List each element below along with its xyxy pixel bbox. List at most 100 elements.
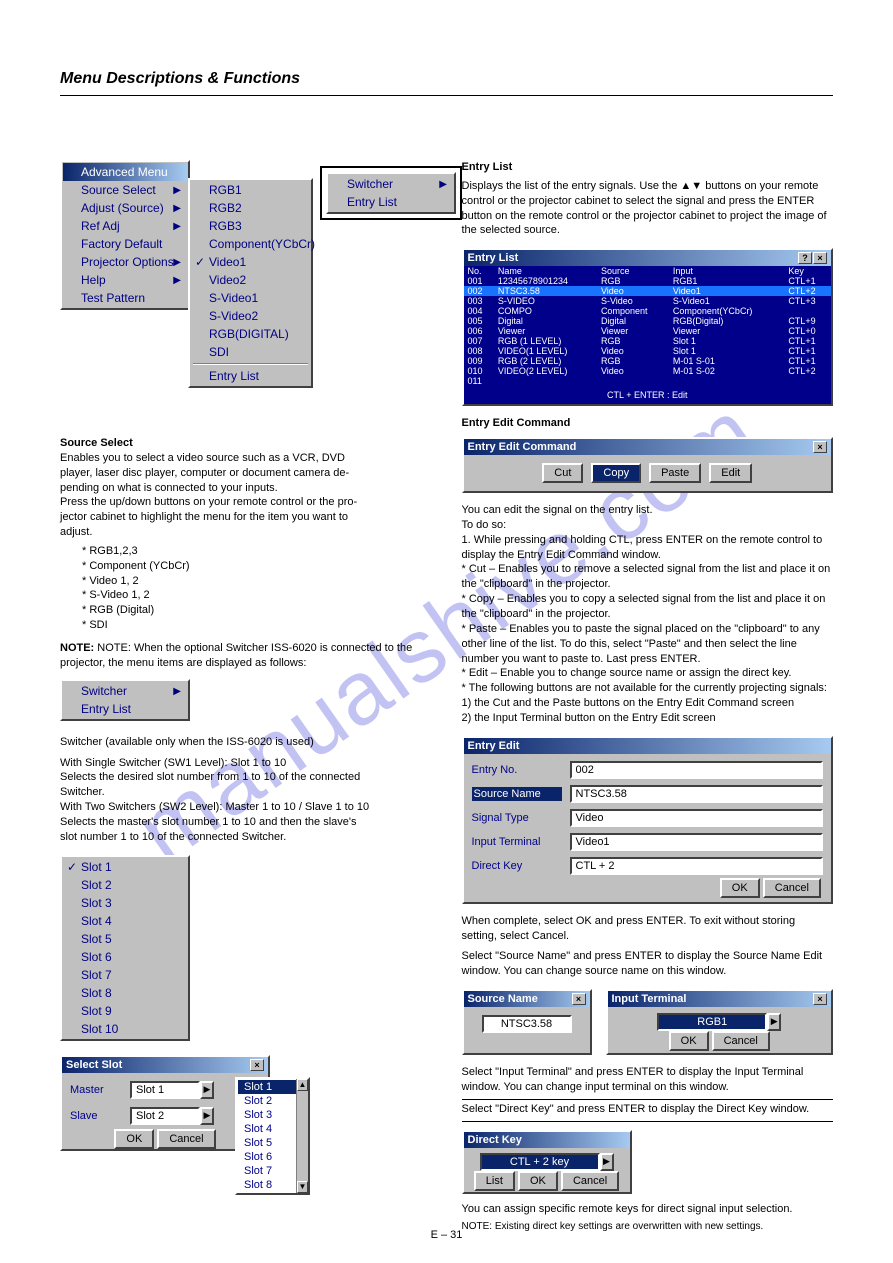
input-terminal-title: Input Terminal×	[608, 991, 832, 1007]
menu-projector-options[interactable]: Projector Options▶	[63, 253, 187, 271]
slot-2[interactable]: Slot 2	[63, 876, 187, 894]
switcher-mode-note: NOTE: NOTE: When the optional Switcher I…	[60, 641, 432, 671]
source-select-heading: Source Select	[60, 436, 432, 451]
check-icon: ✓	[195, 255, 205, 269]
slot-9[interactable]: Slot 9	[63, 1002, 187, 1020]
cut-button[interactable]: Cut	[542, 463, 583, 483]
help-icon[interactable]: ?	[798, 252, 812, 264]
slot-10[interactable]: Slot 10	[63, 1020, 187, 1038]
source-name-text: Select "Source Name" and press ENTER to …	[462, 949, 834, 979]
dropdown-icon[interactable]: ▶	[600, 1153, 614, 1171]
src-sdi[interactable]: SDI	[191, 343, 310, 361]
direct-key-dialog[interactable]: Direct Key CTL + 2 key▶ List OK Cancel	[462, 1130, 632, 1194]
slot-menu[interactable]: ✓Slot 1 Slot 2 Slot 3 Slot 4 Slot 5 Slot…	[60, 855, 190, 1041]
table-row[interactable]: 004COMPOComponentComponent(YCbCr)	[464, 306, 832, 316]
menu-ref-adj[interactable]: Ref Adj▶	[63, 217, 187, 235]
direct-key-dropdown[interactable]: CTL + 2 key	[480, 1153, 600, 1171]
src-rgb1[interactable]: RGB1	[191, 181, 310, 199]
src-video1[interactable]: ✓Video1	[191, 253, 310, 271]
close-icon[interactable]: ×	[572, 993, 586, 1005]
entry-edit-command-window[interactable]: Entry Edit Command× Cut Copy Paste Edit	[462, 437, 834, 493]
ok-button[interactable]: OK	[114, 1129, 154, 1149]
scrollbar[interactable]: ▲ ▼	[296, 1079, 308, 1193]
close-icon[interactable]: ×	[813, 993, 827, 1005]
ok-button[interactable]: OK	[720, 878, 760, 898]
slot-8[interactable]: Slot 8	[63, 984, 187, 1002]
menu-test-pattern[interactable]: Test Pattern	[63, 289, 187, 307]
chevron-right-icon: ▶	[173, 275, 181, 286]
slot-5[interactable]: Slot 5	[63, 930, 187, 948]
table-row[interactable]: 005DigitalDigitalRGB(Digital)CTL+9	[464, 316, 832, 326]
menu-help[interactable]: Help▶	[63, 271, 187, 289]
standalone-input-list: * RGB1,2,3* Component (YCbCr)* Video 1, …	[82, 544, 432, 633]
entry-edit-dialog[interactable]: Entry Edit Entry No.002Source NameNTSC3.…	[462, 736, 834, 904]
entry-edit-row[interactable]: Source NameNTSC3.58	[464, 782, 832, 806]
ok-button[interactable]: OK	[669, 1031, 709, 1051]
slot-4[interactable]: Slot 4	[63, 912, 187, 930]
table-row[interactable]: 008VIDEO(1 LEVEL)VideoSlot 1CTL+1	[464, 346, 832, 356]
close-icon[interactable]: ×	[813, 441, 827, 453]
chevron-right-icon: ▶	[439, 179, 447, 190]
source-name-field[interactable]: NTSC3.58	[482, 1015, 572, 1033]
src-svideo1[interactable]: S-Video1	[191, 289, 310, 307]
slot-3[interactable]: Slot 3	[63, 894, 187, 912]
table-row[interactable]: 002NTSC3.58VideoVideo1CTL+2	[464, 286, 832, 296]
sw-entry-list[interactable]: Entry List	[63, 700, 187, 718]
callout-switcher[interactable]: Switcher▶	[329, 175, 453, 193]
entry-list-window[interactable]: Entry List?× No.NameSourceInputKey 00112…	[462, 248, 834, 406]
menu-adjust-source[interactable]: Adjust (Source)▶	[63, 199, 187, 217]
table-row[interactable]: 006ViewerViewerViewerCTL+0	[464, 326, 832, 336]
scroll-down-icon[interactable]: ▼	[297, 1181, 308, 1193]
paste-button[interactable]: Paste	[649, 463, 701, 483]
list-button[interactable]: List	[474, 1171, 515, 1191]
ok-button[interactable]: OK	[518, 1171, 558, 1191]
slot-1[interactable]: ✓Slot 1	[63, 858, 187, 876]
menu-source-select[interactable]: Source Select▶	[63, 181, 187, 199]
switcher-menu[interactable]: Switcher▶ Entry List	[60, 679, 190, 721]
src-video2[interactable]: Video2	[191, 271, 310, 289]
entry-edit-row[interactable]: Direct KeyCTL + 2	[464, 854, 832, 878]
sw-switcher[interactable]: Switcher▶	[63, 682, 187, 700]
entry-edit-row[interactable]: Entry No.002	[464, 758, 832, 782]
edit-button[interactable]: Edit	[709, 463, 752, 483]
table-row[interactable]: 009RGB (2 LEVEL)RGBM-01 S-01CTL+1	[464, 356, 832, 366]
slot-6[interactable]: Slot 6	[63, 948, 187, 966]
input-terminal-dialog[interactable]: Input Terminal× RGB1▶ OK Cancel	[606, 989, 834, 1055]
src-rgb2[interactable]: RGB2	[191, 199, 310, 217]
input-terminal-dropdown[interactable]: RGB1	[657, 1013, 767, 1031]
entry-edit-command-title: Entry Edit Command×	[464, 439, 832, 455]
close-icon[interactable]: ×	[813, 252, 827, 264]
entry-edit-row[interactable]: Input TerminalVideo1	[464, 830, 832, 854]
cancel-button[interactable]: Cancel	[763, 878, 821, 898]
src-component[interactable]: Component(YCbCr)	[191, 235, 310, 253]
src-entry-list[interactable]: Entry List	[191, 367, 310, 385]
cancel-button[interactable]: Cancel	[561, 1171, 619, 1191]
slot-dropdown-list[interactable]: Slot 1Slot 2Slot 3Slot 4Slot 5Slot 6Slot…	[235, 1077, 310, 1195]
master-dropdown[interactable]: Slot 1	[130, 1081, 200, 1099]
callout-entry-list[interactable]: Entry List	[329, 193, 453, 211]
source-select-submenu[interactable]: RGB1 RGB2 RGB3 Component(YCbCr) ✓Video1 …	[188, 178, 313, 388]
source-name-dialog[interactable]: Source Name× NTSC3.58	[462, 989, 592, 1055]
direct-key-text2: You can assign specific remote keys for …	[462, 1202, 834, 1217]
src-svideo2[interactable]: S-Video2	[191, 307, 310, 325]
scroll-up-icon[interactable]: ▲	[297, 1079, 308, 1091]
src-rgb3[interactable]: RGB3	[191, 217, 310, 235]
table-row[interactable]: 007RGB (1 LEVEL)RGBSlot 1CTL+1	[464, 336, 832, 346]
advanced-menu[interactable]: Advanced Menu Source Select▶ Adjust (Sou…	[60, 160, 190, 310]
entry-edit-row[interactable]: Signal TypeVideo	[464, 806, 832, 830]
menu-factory-default[interactable]: Factory Default	[63, 235, 187, 253]
close-icon[interactable]: ×	[250, 1059, 264, 1071]
table-row[interactable]: 00112345678901234RGBRGB1CTL+1	[464, 276, 832, 286]
slot-7[interactable]: Slot 7	[63, 966, 187, 984]
table-row[interactable]: 010VIDEO(2 LEVEL)VideoM-01 S-02CTL+2	[464, 366, 832, 376]
dropdown-icon[interactable]: ▶	[200, 1081, 214, 1099]
dropdown-icon[interactable]: ▶	[767, 1013, 781, 1031]
dropdown-icon[interactable]: ▶	[200, 1107, 214, 1125]
cancel-button[interactable]: Cancel	[712, 1031, 770, 1051]
table-row[interactable]: 011	[464, 376, 832, 386]
src-rgb-digital[interactable]: RGB(DIGITAL)	[191, 325, 310, 343]
slave-dropdown[interactable]: Slot 2	[130, 1107, 200, 1125]
cancel-button[interactable]: Cancel	[157, 1129, 215, 1149]
table-row[interactable]: 003S-VIDEOS-VideoS-Video1CTL+3	[464, 296, 832, 306]
copy-button[interactable]: Copy	[591, 463, 641, 483]
